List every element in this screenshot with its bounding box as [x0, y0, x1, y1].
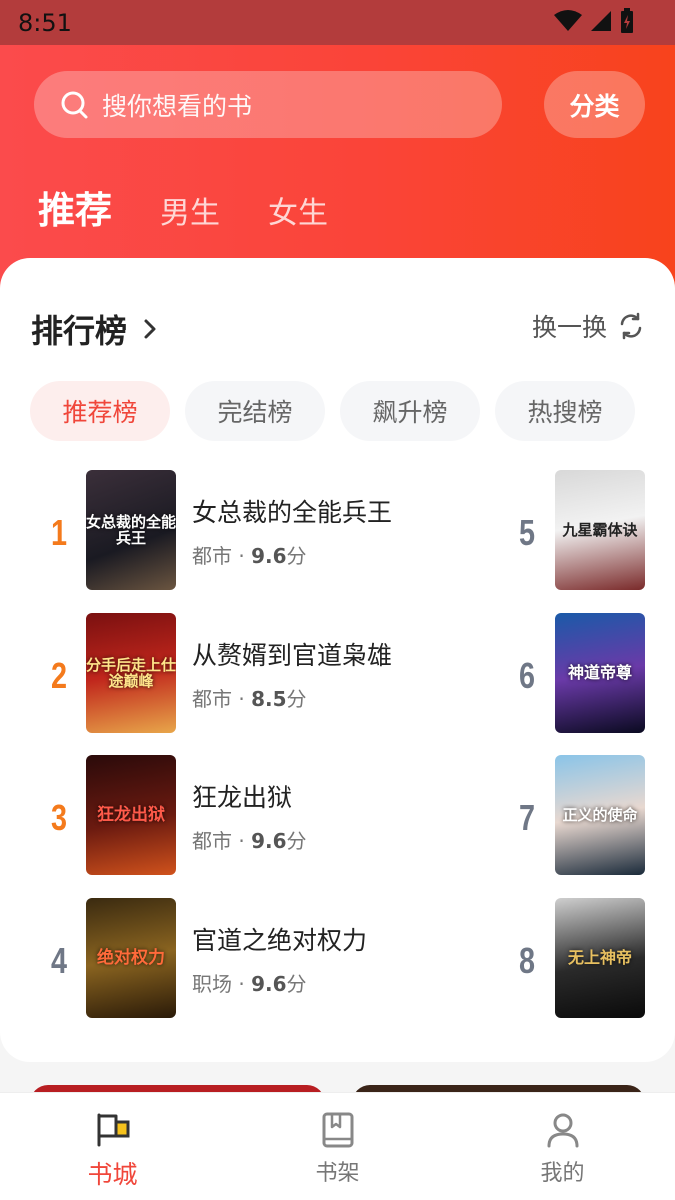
- tab-female[interactable]: 女生: [268, 188, 328, 232]
- rank-number: 7: [518, 797, 536, 838]
- chip-hot-search[interactable]: 热搜榜: [495, 381, 635, 441]
- chip-rising[interactable]: 飙升榜: [340, 381, 480, 441]
- tab-male[interactable]: 男生: [160, 188, 220, 232]
- rank-number: 1: [50, 512, 68, 553]
- search-icon: [61, 91, 88, 118]
- bottom-nav: 书城 书架 我的: [0, 1092, 675, 1200]
- book-icon: [322, 1112, 353, 1148]
- book-meta: 都市 · 8.5分: [192, 687, 307, 711]
- rank-number: 4: [50, 940, 68, 981]
- nav-bookstore[interactable]: 书城: [0, 1093, 225, 1200]
- chip-recommend[interactable]: 推荐榜: [30, 381, 170, 441]
- status-icons: [553, 8, 635, 34]
- search-placeholder: 搜你想看的书: [102, 91, 253, 121]
- ranking-title: 排行榜: [31, 312, 128, 350]
- nav-bookshelf-label: 书架: [315, 1161, 360, 1186]
- book-cover[interactable]: 正义的使命: [555, 755, 645, 875]
- tab-recommend[interactable]: 推荐: [38, 180, 112, 234]
- ranking-title-link[interactable]: 排行榜: [31, 306, 157, 352]
- header-background: [0, 0, 675, 300]
- category-button[interactable]: 分类: [544, 71, 645, 138]
- book-cover[interactable]: 绝对权力: [86, 898, 176, 1018]
- book-title[interactable]: 女总裁的全能兵王: [192, 493, 392, 529]
- book-title[interactable]: 官道之绝对权力: [192, 921, 367, 957]
- signal-icon: [591, 11, 611, 31]
- wifi-icon: [554, 10, 582, 31]
- flag-icon: [97, 1113, 129, 1147]
- nav-profile[interactable]: 我的: [450, 1093, 675, 1200]
- rank-number: 3: [50, 797, 68, 838]
- nav-bookstore-label: 书城: [87, 1160, 138, 1189]
- nav-bookshelf[interactable]: 书架: [225, 1093, 450, 1200]
- status-time: 8:51: [18, 8, 72, 37]
- battery-icon: [621, 8, 633, 33]
- book-cover[interactable]: 神道帝尊: [555, 613, 645, 733]
- book-title[interactable]: 从赘婿到官道枭雄: [192, 636, 392, 672]
- book-meta: 都市 · 9.6分: [192, 544, 307, 568]
- ranking-chips: 推荐榜 完结榜 飙升榜 热搜榜: [30, 381, 635, 441]
- status-bar: 8:51: [0, 0, 675, 45]
- rank-number: 5: [518, 512, 536, 553]
- book-cover[interactable]: 女总裁的全能兵王: [86, 470, 176, 590]
- book-cover[interactable]: 分手后走上仕途巅峰: [86, 613, 176, 733]
- book-title[interactable]: 狂龙出狱: [192, 778, 292, 814]
- top-tabs: 推荐 男生 女生: [38, 180, 376, 234]
- book-cover[interactable]: 九星霸体诀: [555, 470, 645, 590]
- book-cover[interactable]: 狂龙出狱: [86, 755, 176, 875]
- book-meta: 都市 · 9.6分: [192, 829, 307, 853]
- refresh-icon: [620, 312, 642, 340]
- chip-completed[interactable]: 完结榜: [185, 381, 325, 441]
- person-icon: [547, 1113, 578, 1148]
- chevron-right-icon: [144, 319, 156, 339]
- book-cover[interactable]: 无上神帝: [555, 898, 645, 1018]
- search-input[interactable]: 搜你想看的书: [34, 71, 502, 138]
- refresh-label: 换一换: [531, 313, 607, 342]
- nav-profile-label: 我的: [540, 1161, 585, 1186]
- book-meta: 职场 · 9.6分: [192, 972, 307, 996]
- refresh-button[interactable]: 换一换: [532, 308, 645, 344]
- rank-number: 2: [50, 655, 68, 696]
- rank-number: 6: [518, 655, 536, 696]
- rank-number: 8: [518, 940, 536, 981]
